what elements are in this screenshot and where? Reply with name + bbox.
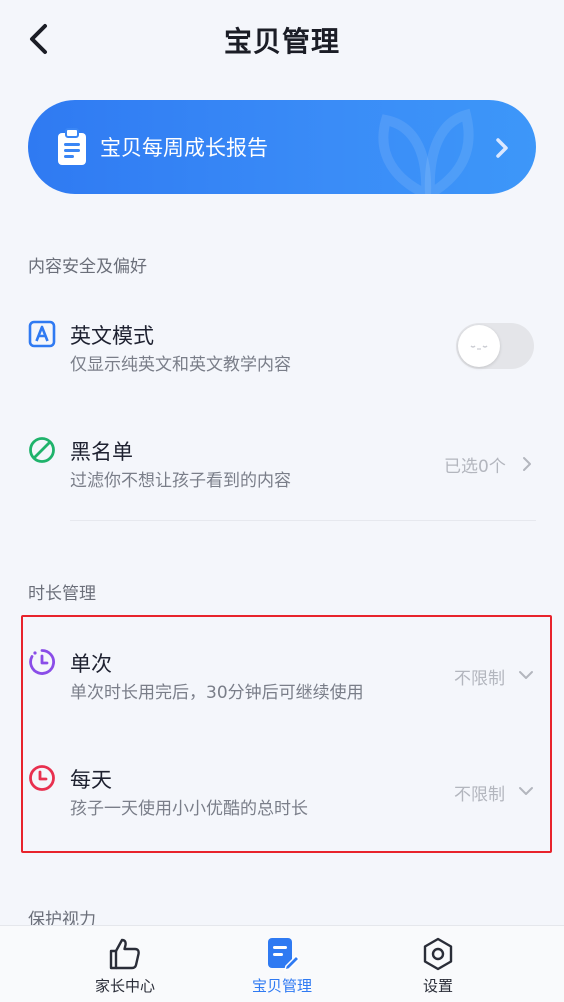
report-clipboard-icon — [58, 128, 86, 165]
daily-duration-row[interactable]: 每天 孩子一天使用小小优酷的总时长 不限制 — [0, 756, 564, 846]
blacklist-row[interactable]: 黑名单 过滤你不想让孩子看到的内容 已选0个 — [0, 428, 564, 518]
toggle-knob — [458, 325, 500, 367]
page-title: 宝贝管理 — [223, 25, 340, 58]
daily-duration-value: 不限制 — [454, 785, 505, 805]
letter-a-icon — [28, 320, 56, 348]
forbidden-icon — [29, 437, 55, 463]
blacklist-count: 已选0个 — [444, 457, 506, 477]
section-title-duration: 时长管理 — [28, 584, 96, 604]
section-title-content-safety: 内容安全及偏好 — [28, 257, 147, 277]
chevron-down-icon — [519, 671, 533, 679]
tab-settings[interactable]: 设置 — [378, 926, 498, 1002]
blacklist-title: 黑名单 — [70, 440, 133, 464]
thumbs-up-icon — [109, 938, 140, 970]
leaf-decoration-icon — [378, 108, 474, 194]
edit-document-icon — [268, 938, 300, 972]
tab-baby-management[interactable]: 宝贝管理 — [222, 926, 342, 1002]
header: 宝贝管理 — [0, 0, 564, 80]
chevron-down-icon — [519, 787, 533, 795]
chevron-right-icon — [523, 457, 531, 471]
single-duration-title: 单次 — [70, 652, 112, 676]
chevron-right-icon — [496, 138, 508, 158]
tab-label: 家长中心 — [94, 977, 155, 995]
clock-icon — [29, 765, 55, 791]
single-duration-desc: 单次时长用完后，30分钟后可继续使用 — [70, 683, 364, 703]
weekly-report-banner[interactable]: 宝贝每周成长报告 — [28, 100, 536, 194]
banner-label: 宝贝每周成长报告 — [100, 136, 268, 160]
daily-duration-title: 每天 — [70, 768, 112, 792]
daily-duration-desc: 孩子一天使用小小优酷的总时长 — [70, 799, 308, 819]
tab-label: 设置 — [422, 977, 453, 995]
english-mode-toggle[interactable] — [456, 323, 534, 369]
single-duration-value: 不限制 — [454, 669, 505, 689]
english-mode-title: 英文模式 — [70, 324, 154, 348]
divider — [70, 520, 536, 521]
single-duration-row[interactable]: 单次 单次时长用完后，30分钟后可继续使用 不限制 — [0, 640, 564, 730]
bottom-tab-bar: 家长中心 宝贝管理 设置 — [0, 925, 564, 1002]
sleepy-face-icon — [470, 345, 488, 350]
settings-hex-icon — [423, 937, 453, 971]
blacklist-desc: 过滤你不想让孩子看到的内容 — [70, 471, 291, 491]
timer-icon — [29, 649, 55, 675]
tab-parent-center[interactable]: 家长中心 — [65, 926, 185, 1002]
tab-label: 宝贝管理 — [251, 977, 312, 995]
english-mode-desc: 仅显示纯英文和英文教学内容 — [70, 355, 291, 375]
